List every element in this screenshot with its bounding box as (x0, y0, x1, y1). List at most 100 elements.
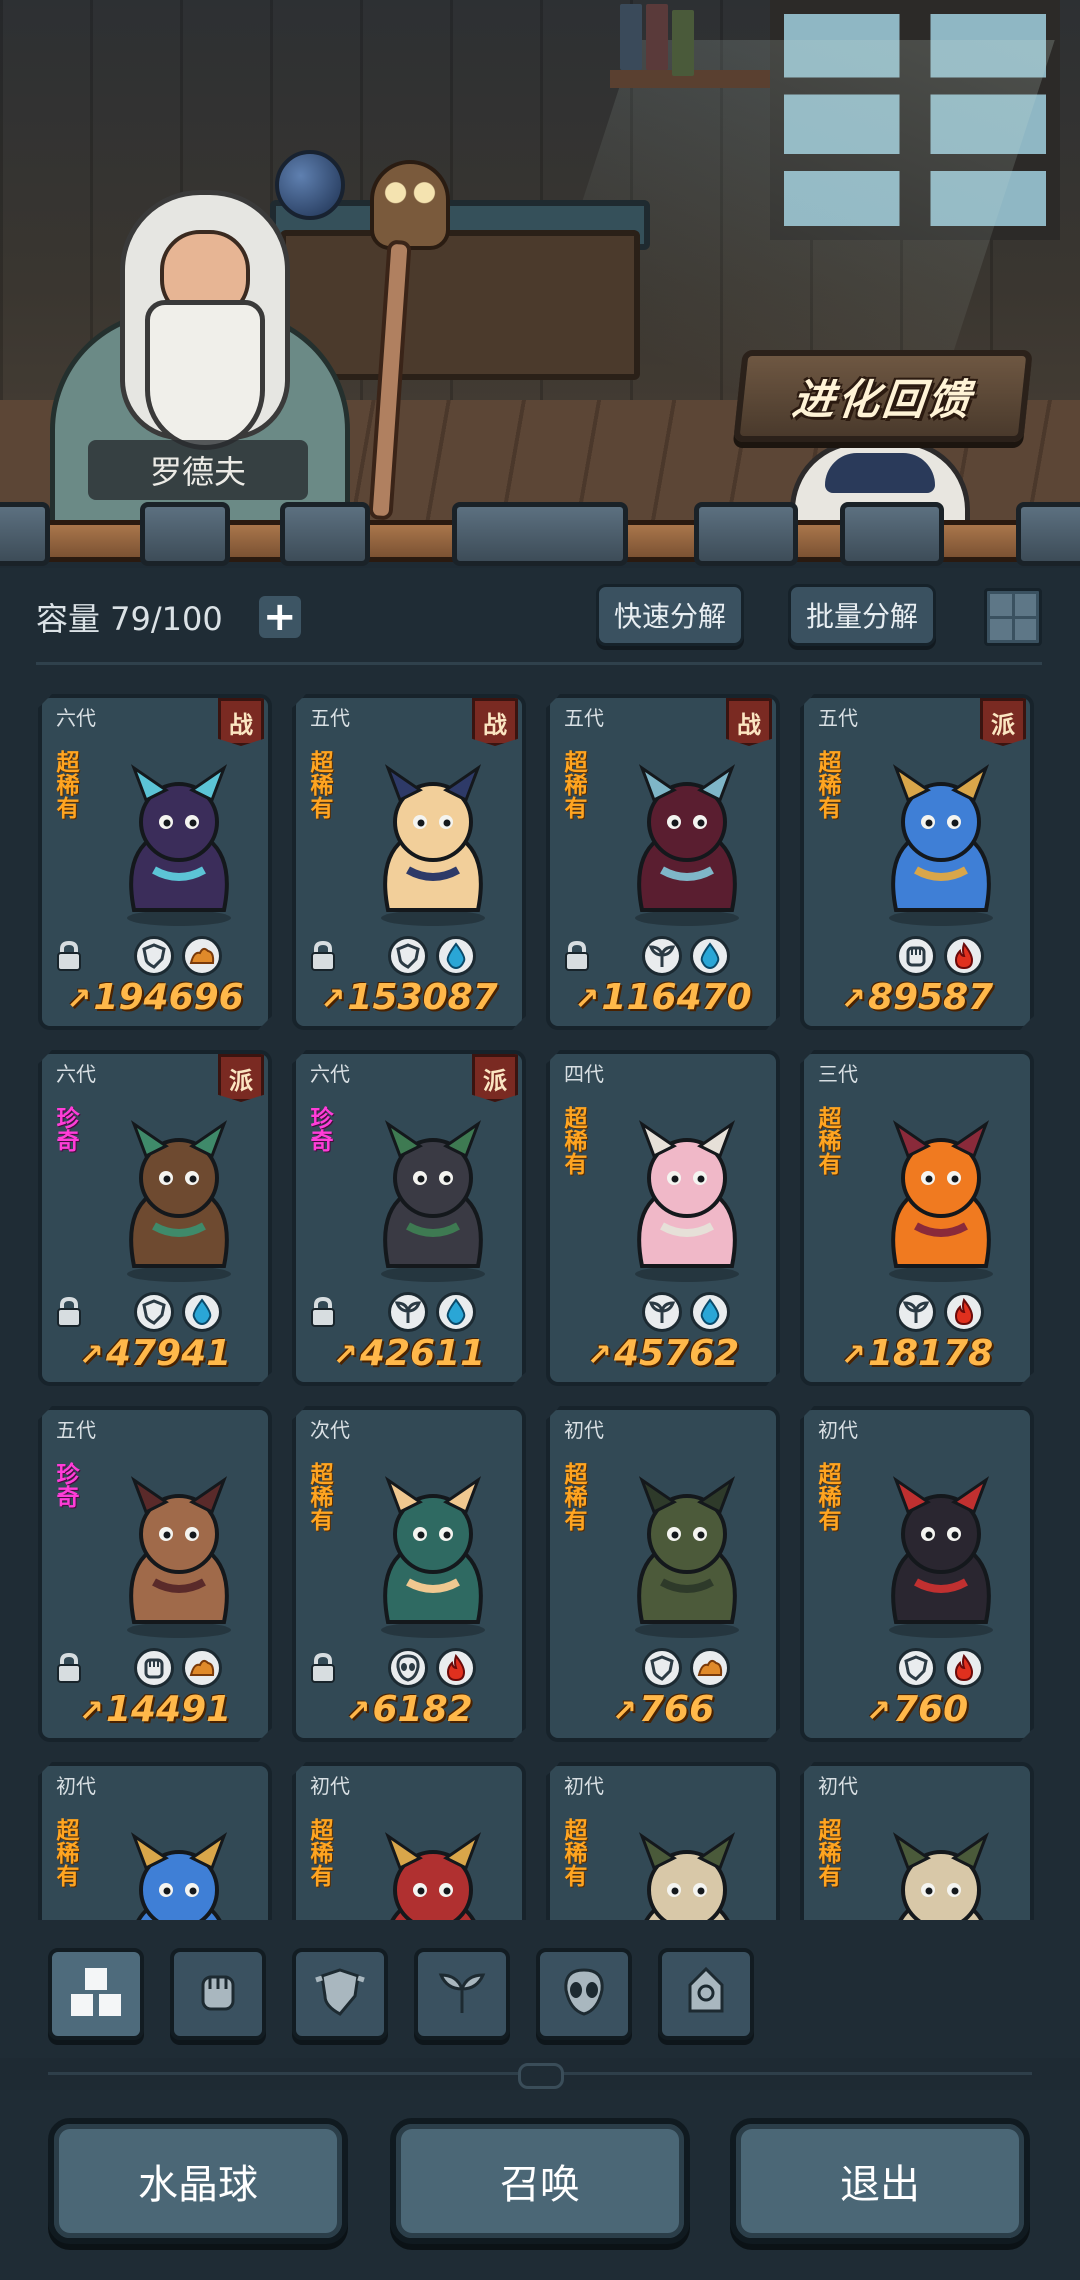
pet-power-value: 194696 (93, 977, 244, 1018)
category-tab-all-blocks[interactable] (48, 1948, 144, 2040)
pet-portrait (358, 1828, 508, 1920)
study-room-scene: 罗德夫 进化回馈 (0, 0, 1080, 520)
pet-card[interactable]: 初代 超稀有 (38, 1762, 272, 1920)
quick-decompose-button[interactable]: 快速分解 (596, 584, 744, 646)
pet-power: ↗42611 (296, 1333, 522, 1374)
crystal-ball-button[interactable]: 水晶球 (48, 2118, 348, 2244)
pet-rarity: 珍奇 (306, 1106, 332, 1152)
pet-portrait (358, 760, 508, 930)
pet-rarity: 超稀有 (560, 750, 586, 819)
npc-name: 罗德夫 (149, 453, 246, 491)
all-blocks-icon (65, 1964, 127, 2024)
pet-card[interactable]: 初代 超稀有 ↗766 (546, 1406, 780, 1742)
shield-icon (896, 1648, 936, 1688)
category-tab-shield[interactable] (292, 1948, 388, 2040)
lock-icon[interactable] (308, 940, 338, 972)
capacity: 容量 79/100 + (36, 594, 301, 640)
pet-generation: 次代 (310, 1418, 350, 1442)
earth-icon (690, 1648, 730, 1688)
batch-decompose-label: 批量分解 (805, 600, 918, 633)
sprout-icon (388, 1292, 428, 1332)
fire-icon (944, 936, 984, 976)
pet-portrait (104, 1828, 254, 1920)
pet-power-value: 47941 (105, 1333, 232, 1374)
pet-power: ↗153087 (296, 977, 522, 1018)
pet-power-value: 116470 (601, 977, 752, 1018)
pet-class-tag: 派 (980, 698, 1026, 746)
pet-rarity: 超稀有 (814, 1818, 840, 1887)
evolve-reward-button[interactable]: 进化回馈 (733, 350, 1033, 442)
pet-class-tag: 战 (218, 698, 264, 746)
lock-icon[interactable] (308, 1652, 338, 1684)
pet-rarity: 珍奇 (52, 1462, 78, 1508)
add-capacity-button[interactable]: + (258, 596, 301, 638)
quick-decompose-label: 快速分解 (613, 600, 726, 633)
pet-card[interactable]: 初代 超稀有 (292, 1762, 526, 1920)
pet-portrait (612, 1116, 762, 1286)
power-icon: ↗ (78, 1338, 104, 1373)
npc-name-plate: 罗德夫 (88, 440, 308, 500)
pet-generation: 六代 (310, 1062, 350, 1086)
crystal-ball-label: 水晶球 (138, 2162, 258, 2208)
category-tab-tower[interactable] (658, 1948, 754, 2040)
lock-icon[interactable] (562, 940, 592, 972)
pet-card[interactable]: 五代 派超稀有 ↗89587 (800, 694, 1034, 1030)
pet-card[interactable]: 六代 派珍奇 ↗42611 (292, 1050, 526, 1386)
pet-card[interactable]: 次代 超稀有 ↗6182 (292, 1406, 526, 1742)
pet-class-tag: 派 (218, 1054, 264, 1102)
pet-card[interactable]: 初代 超稀有 ↗760 (800, 1406, 1034, 1742)
pet-card[interactable]: 初代 超稀有 (546, 1762, 780, 1920)
tower-icon (682, 1965, 730, 2023)
pet-card[interactable]: 五代 战超稀有 ↗153087 (292, 694, 526, 1030)
pet-card[interactable]: 六代 战超稀有 ↗194696 (38, 694, 272, 1030)
fire-icon (944, 1292, 984, 1332)
pet-power-value: 18178 (867, 1333, 994, 1374)
power-icon: ↗ (66, 982, 92, 1017)
pet-portrait (612, 1472, 762, 1642)
power-icon: ↗ (611, 1694, 637, 1729)
power-icon: ↗ (78, 1694, 104, 1729)
fire-icon (436, 1648, 476, 1688)
pet-card[interactable]: 三代 超稀有 ↗18178 (800, 1050, 1034, 1386)
lock-icon[interactable] (54, 1296, 84, 1328)
pet-card[interactable]: 五代 战超稀有 ↗116470 (546, 694, 780, 1030)
pet-card[interactable]: 初代 超稀有 (800, 1762, 1034, 1920)
fist-icon (896, 936, 936, 976)
pet-generation: 五代 (310, 706, 350, 730)
pet-rarity: 超稀有 (814, 1462, 840, 1531)
pet-portrait (612, 760, 762, 930)
exit-button[interactable]: 退出 (730, 2118, 1030, 2244)
pet-power: ↗760 (804, 1689, 1030, 1730)
lock-icon[interactable] (54, 1652, 84, 1684)
category-tabs (0, 1948, 1080, 2058)
power-icon: ↗ (865, 1694, 891, 1729)
pet-generation: 六代 (56, 706, 96, 730)
lock-icon[interactable] (54, 940, 84, 972)
capacity-label: 容量 79/100 (36, 600, 223, 638)
pet-power: ↗18178 (804, 1333, 1030, 1374)
pet-power: ↗89587 (804, 977, 1030, 1018)
category-tab-alien[interactable] (536, 1948, 632, 2040)
pet-rarity: 珍奇 (52, 1106, 78, 1152)
batch-decompose-button[interactable]: 批量分解 (788, 584, 936, 646)
shield-icon (134, 936, 174, 976)
pet-card[interactable]: 五代 珍奇 ↗14491 (38, 1406, 272, 1742)
shield-icon (312, 1966, 368, 2022)
pet-power-value: 89587 (867, 977, 994, 1018)
pet-rarity: 超稀有 (560, 1462, 586, 1531)
earth-icon (182, 936, 222, 976)
pet-rarity: 超稀有 (52, 1818, 78, 1887)
category-tab-sprout[interactable] (414, 1948, 510, 2040)
lock-icon[interactable] (308, 1296, 338, 1328)
sprout-icon (642, 936, 682, 976)
pet-class-tag: 派 (472, 1054, 518, 1102)
pet-card[interactable]: 四代 超稀有 ↗45762 (546, 1050, 780, 1386)
water-icon (690, 936, 730, 976)
pet-card[interactable]: 六代 派珍奇 ↗47941 (38, 1050, 272, 1386)
category-tab-fist[interactable] (170, 1948, 266, 2040)
grid-view-toggle[interactable] (984, 588, 1042, 646)
pet-generation: 初代 (310, 1774, 350, 1798)
fist-icon (193, 1967, 243, 2021)
summon-button[interactable]: 召唤 (390, 2118, 690, 2244)
pet-portrait (612, 1828, 762, 1920)
